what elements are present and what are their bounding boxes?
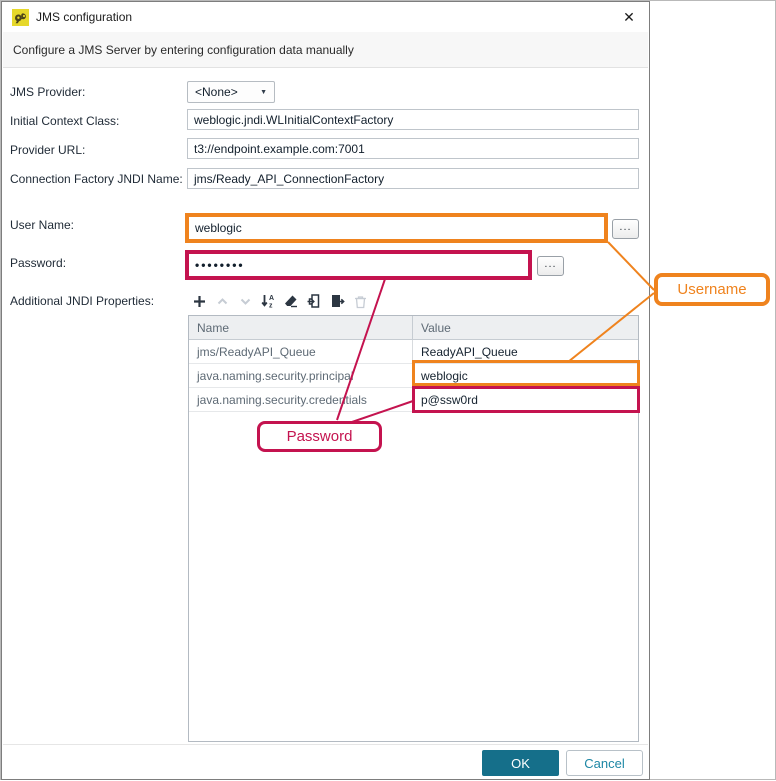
dialog-subtitle: Configure a JMS Server by entering confi… bbox=[3, 32, 648, 68]
initial-context-class-label: Initial Context Class: bbox=[10, 114, 120, 128]
password-browse-button[interactable]: ... bbox=[537, 256, 564, 276]
svg-text:z: z bbox=[269, 303, 273, 310]
provider-url-input[interactable]: t3://endpoint.example.com:7001 bbox=[187, 138, 639, 159]
property-name-cell[interactable]: jms/ReadyAPI_Queue bbox=[189, 340, 413, 363]
provider-url-label: Provider URL: bbox=[10, 143, 86, 157]
user-name-label: User Name: bbox=[10, 218, 75, 232]
export-icon[interactable] bbox=[329, 293, 345, 309]
readyapi-logo-icon bbox=[12, 8, 29, 26]
chevron-down-icon: ▼ bbox=[260, 88, 267, 96]
jms-provider-select[interactable]: <None> ▼ bbox=[187, 81, 275, 103]
jms-provider-label: JMS Provider: bbox=[10, 85, 86, 99]
password-callout: Password bbox=[257, 421, 382, 452]
close-icon[interactable]: ✕ bbox=[619, 7, 639, 27]
jndi-properties-toolbar: A z bbox=[191, 290, 368, 312]
dialog-titlebar: JMS configuration ✕ bbox=[2, 2, 649, 32]
jms-configuration-dialog: JMS configuration ✕ Configure a JMS Serv… bbox=[1, 1, 650, 780]
delete-icon[interactable] bbox=[352, 293, 368, 309]
cancel-button[interactable]: Cancel bbox=[566, 750, 643, 776]
svg-text:A: A bbox=[269, 295, 274, 302]
sort-icon[interactable]: A z bbox=[260, 293, 276, 309]
password-input[interactable]: •••••••• bbox=[189, 254, 528, 276]
username-callout: Username bbox=[654, 273, 770, 306]
footer-separator bbox=[3, 744, 648, 745]
column-header-name[interactable]: Name bbox=[189, 316, 413, 339]
clear-icon[interactable] bbox=[283, 293, 299, 309]
credentials-value-highlight-box bbox=[412, 386, 640, 413]
initial-context-class-input[interactable]: weblogic.jndi.WLInitialContextFactory bbox=[187, 109, 639, 130]
user-name-browse-button[interactable]: ... bbox=[612, 219, 639, 239]
property-name-cell[interactable]: java.naming.security.principal bbox=[189, 364, 413, 387]
table-header-row: Name Value bbox=[189, 316, 638, 340]
connection-factory-jndi-name-input[interactable]: jms/Ready_API_ConnectionFactory bbox=[187, 168, 639, 189]
additional-jndi-properties-label: Additional JNDI Properties: bbox=[10, 294, 155, 308]
ok-button[interactable]: OK bbox=[482, 750, 559, 776]
user-name-input[interactable]: weblogic bbox=[189, 217, 604, 239]
move-down-icon[interactable] bbox=[237, 293, 253, 309]
password-label: Password: bbox=[10, 256, 67, 270]
column-header-value[interactable]: Value bbox=[413, 316, 638, 339]
password-highlight-box: •••••••• bbox=[185, 250, 532, 280]
connection-factory-jndi-name-label: Connection Factory JNDI Name: bbox=[10, 172, 183, 186]
add-icon[interactable] bbox=[191, 293, 207, 309]
screenshot-canvas: JMS configuration ✕ Configure a JMS Serv… bbox=[0, 0, 776, 780]
move-up-icon[interactable] bbox=[214, 293, 230, 309]
jms-provider-selected-value: <None> bbox=[195, 85, 238, 99]
principal-value-highlight-box bbox=[412, 360, 640, 386]
dialog-title: JMS configuration bbox=[36, 10, 133, 24]
property-name-cell[interactable]: java.naming.security.credentials bbox=[189, 388, 413, 411]
import-icon[interactable] bbox=[306, 293, 322, 309]
user-name-highlight-box: weblogic bbox=[185, 213, 608, 243]
